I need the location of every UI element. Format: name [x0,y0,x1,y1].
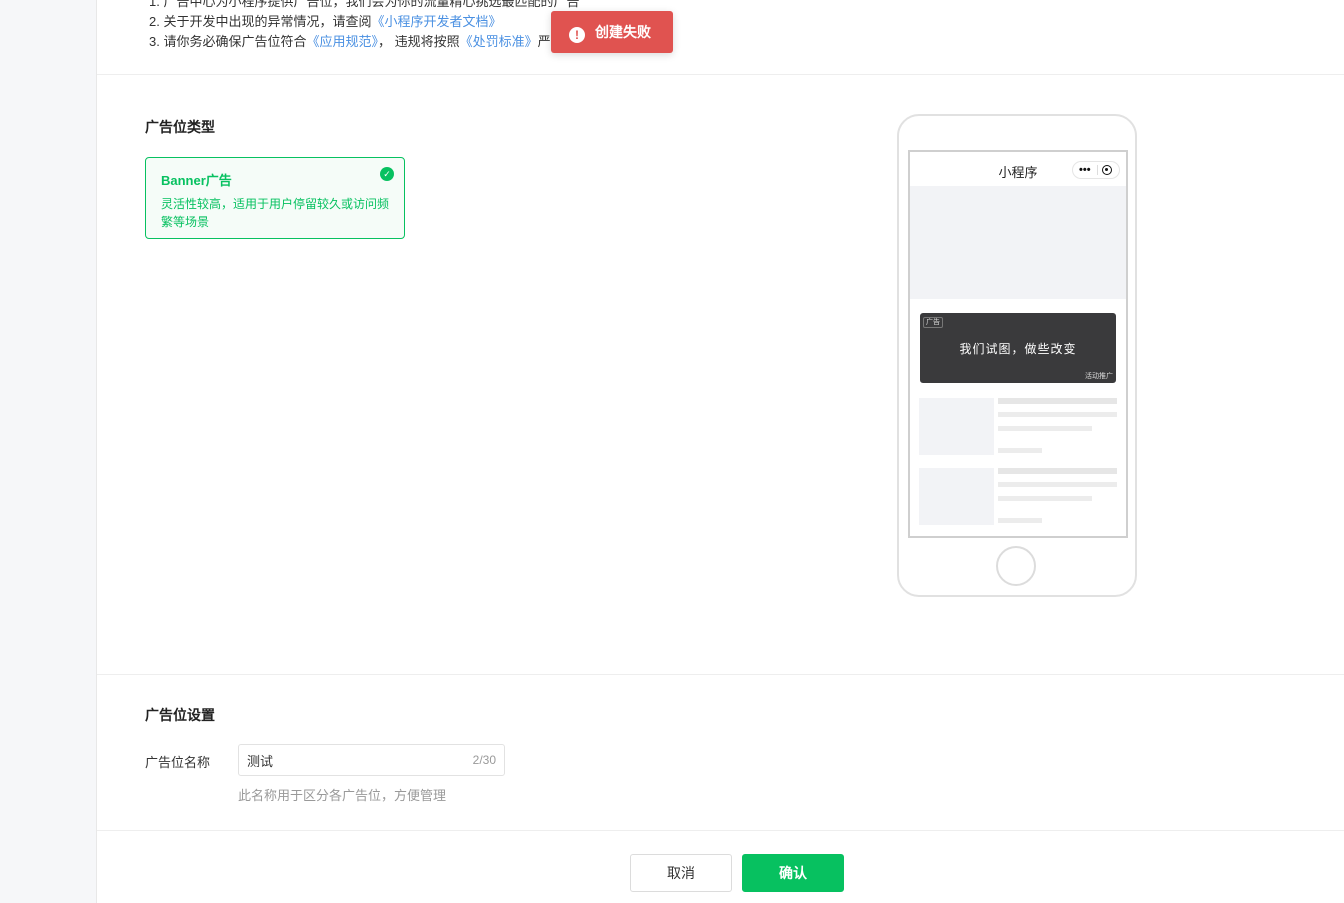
app-rules-link[interactable]: 《应用规范》 [306,34,378,49]
ad-settings-section-title: 广告位设置 [145,707,215,723]
list-item-thumbnail [919,468,994,525]
notice-line-2: 2. 关于开发中出现的异常情况，请查阅《小程序开发者文档》 [149,12,579,32]
phone-preview: 小程序 ••• 广告 我们试图，做些改变 活动推广 [897,114,1137,597]
notice-line-2-text: 2. 关于开发中出现的异常情况，请查阅 [149,14,372,29]
banner-slogan: 我们试图，做些改变 [959,342,1077,356]
developer-docs-link[interactable]: 《小程序开发者文档》 [371,14,501,29]
ad-type-description: 灵活性较高，适用于用户停留较久或访问频繁等场景 [161,197,390,229]
list-item [919,468,1117,526]
notice-line-1: 1. 广告中心为小程序提供广告位，我们会为你的流量精心挑选最匹配的广告 [149,0,580,9]
ad-name-field: 2/30 [238,744,505,776]
list-item-thumbnail [919,398,994,455]
banner-ad-type-card[interactable]: Banner广告 灵活性较高，适用于用户停留较久或访问频繁等场景 ✓ [145,157,405,239]
record-icon [1102,165,1112,175]
notice-line-3-suffix: 严 [537,34,551,49]
capsule-separator [1097,165,1098,175]
list-item-line [998,426,1092,431]
main-content: 1. 广告中心为小程序提供广告位，我们会为你的流量精心挑选最匹配的广告 2. 关… [97,0,1344,903]
banner-ad-preview: 广告 我们试图，做些改变 活动推广 [920,313,1116,383]
preview-placeholder-block [910,186,1126,299]
list-item-line [998,482,1117,487]
check-circle-icon: ✓ [380,167,394,181]
list-item-line [998,398,1117,404]
banner-promo-label: 活动推广 [1085,373,1113,380]
ad-name-hint: 此名称用于区分各广告位，方便管理 [238,788,447,803]
mini-program-nav-bar: 小程序 ••• [910,152,1126,186]
list-item-line [998,496,1092,501]
ad-name-input[interactable] [239,745,464,775]
toast-message: 创建失败 [595,24,651,40]
ad-type-section-title: 广告位类型 [145,119,215,135]
left-sidebar [0,0,97,903]
ad-name-label: 广告位名称 [145,755,211,770]
notice-line-3-mid: ， 违规将按照 [377,34,460,49]
list-item-line [998,448,1042,453]
divider [97,674,1344,675]
divider [97,830,1344,831]
cancel-button[interactable]: 取消 [630,854,732,892]
ad-type-name: Banner广告 [161,173,232,188]
list-item-line [998,468,1117,474]
divider [97,74,1344,75]
notice-line-3: 3. 请你务必确保广告位符合《应用规范》， 违规将按照《处罚标准》严 [149,32,579,52]
exclamation-icon: ! [569,27,585,43]
phone-home-button [996,546,1036,586]
confirm-button[interactable]: 确认 [742,854,844,892]
penalty-standard-link[interactable]: 《处罚标准》 [460,34,538,49]
more-icon: ••• [1079,164,1091,176]
list-item-line [998,412,1117,417]
ad-name-char-counter: 2/30 [472,753,496,767]
list-item [919,398,1117,456]
notice-line-3-text: 3. 请你务必确保广告位符合 [149,34,307,49]
ad-tag: 广告 [923,317,943,328]
capsule-menu: ••• [1072,161,1120,179]
phone-screen: 小程序 ••• 广告 我们试图，做些改变 活动推广 [908,150,1128,538]
error-toast: ! 创建失败 [551,11,673,53]
list-item-line [998,518,1042,523]
notice-list: 1. 广告中心为小程序提供广告位，我们会为你的流量精心挑选最匹配的广告 2. 关… [149,0,579,52]
